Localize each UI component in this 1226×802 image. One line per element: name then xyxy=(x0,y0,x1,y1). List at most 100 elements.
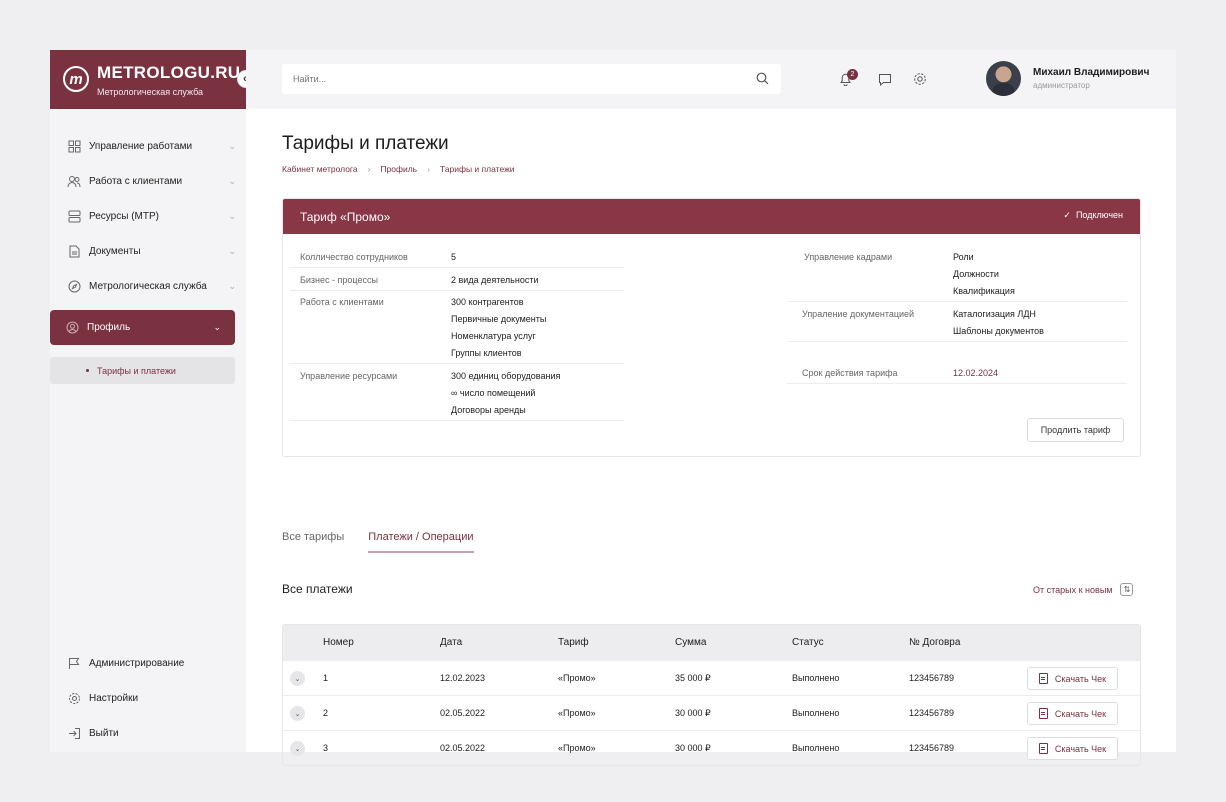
cell-status: Выполнено xyxy=(792,743,840,753)
breadcrumb-link[interactable]: Кабинет метролога xyxy=(282,164,358,174)
sidebar-subitem-tariffs[interactable]: Тарифы и платежи xyxy=(50,357,235,384)
payments-table: Номер Дата Тариф Сумма Статус № Договра … xyxy=(282,624,1141,766)
tariff-expiry-date: 12.02.2024 xyxy=(953,368,999,378)
tariff-status: ✓ Подключен xyxy=(1063,210,1123,221)
tariff-param-value: Первичные документы xyxy=(451,314,547,324)
search-input[interactable] xyxy=(293,74,733,84)
column-header: Статус xyxy=(792,637,824,648)
users-icon xyxy=(67,175,81,189)
sidebar-item-resources[interactable]: Ресурсы (МТР) ⌄ xyxy=(50,199,246,234)
sort-label: От старых к новым xyxy=(1033,584,1113,595)
sidebar: m METROLOGU.RU Метрологическая служба « … xyxy=(50,50,255,752)
user-role: администратор xyxy=(1033,81,1090,90)
divider xyxy=(290,363,624,364)
breadcrumb: Кабинет метролога › Профиль › Тарифы и п… xyxy=(282,164,515,174)
sidebar-subitem-label: Тарифы и платежи xyxy=(97,365,176,376)
tariff-param-value: ∞ число помещений xyxy=(451,388,536,398)
divider xyxy=(290,290,624,291)
sidebar-item-documents[interactable]: Документы ⌄ xyxy=(50,234,246,269)
download-receipt-button[interactable]: Скачать Чек xyxy=(1027,702,1118,725)
tab-payments[interactable]: Платежи / Операции xyxy=(368,531,474,553)
cell-amount: 30 000 ₽ xyxy=(675,707,711,718)
column-header: Номер xyxy=(323,637,354,648)
app-frame: m METROLOGU.RU Метрологическая служба « … xyxy=(50,50,1176,766)
divider xyxy=(290,267,624,268)
sidebar-item-metrology[interactable]: Метрологическая служба ⌄ xyxy=(50,269,246,304)
user-name: Михаил Владимирович xyxy=(1033,67,1150,78)
expand-row-button[interactable]: ⌄ xyxy=(290,741,305,756)
cell-tariff: «Промо» xyxy=(558,708,596,718)
tariff-param-value: 5 xyxy=(451,252,457,262)
sidebar-item-settings[interactable]: Настройки xyxy=(50,681,246,716)
tab-all-tariffs[interactable]: Все тарифы xyxy=(282,531,344,553)
cell-contract: 123456789 xyxy=(909,743,955,753)
avatar[interactable] xyxy=(986,61,1021,96)
cell-date: 02.05.2022 xyxy=(440,708,486,718)
download-receipt-button[interactable]: Скачать Чек xyxy=(1027,667,1118,690)
divider xyxy=(787,301,1127,302)
tariff-param-value: Группы клиентов xyxy=(451,348,522,358)
user-circle-icon xyxy=(65,321,79,335)
gear-icon[interactable] xyxy=(912,71,928,87)
sidebar-item-label: Настройки xyxy=(89,693,139,704)
cell-status: Выполнено xyxy=(792,708,840,718)
brand-name: METROLOGU.RU xyxy=(97,63,241,82)
document-icon xyxy=(1038,743,1048,754)
sidebar-item-admin[interactable]: Администрирование xyxy=(50,646,246,681)
cell-status: Выполнено xyxy=(792,673,840,683)
tariff-param-key: Работа с клиентами xyxy=(300,297,384,307)
brand-block[interactable]: m METROLOGU.RU Метрологическая служба xyxy=(50,50,246,109)
tariff-param-key: Управление кадрами xyxy=(804,252,893,262)
expand-row-button[interactable]: ⌄ xyxy=(290,671,305,686)
document-icon xyxy=(1038,673,1048,684)
sort-toggle[interactable]: От старых к новым ⇅ xyxy=(1033,583,1134,596)
chat-icon[interactable] xyxy=(877,71,893,87)
download-label: Скачать Чек xyxy=(1054,708,1107,719)
cell-date: 12.02.2023 xyxy=(440,673,486,683)
tabs: Все тарифы Платежи / Операции xyxy=(282,531,498,553)
cell-date: 02.05.2022 xyxy=(440,743,486,753)
sidebar-item-label: Работа с клиентами xyxy=(89,176,183,187)
sidebar-item-label: Ресурсы (МТР) xyxy=(89,211,159,222)
compass-icon xyxy=(67,280,81,294)
search-box[interactable] xyxy=(282,64,781,94)
sidebar-item-logout[interactable]: Выйти xyxy=(50,716,246,751)
sidebar-item-label: Профиль xyxy=(87,322,131,333)
breadcrumb-current: Тарифы и платежи xyxy=(439,164,515,174)
cell-tariff: «Промо» xyxy=(558,673,596,683)
cell-number: 3 xyxy=(323,743,329,753)
prolong-tariff-button[interactable]: Продлить тариф xyxy=(1027,418,1124,442)
sidebar-item-label: Управление работами xyxy=(89,141,193,152)
table-row: ⌄ 3 02.05.2022 «Промо» 30 000 ₽ Выполнен… xyxy=(283,730,1140,765)
download-receipt-button[interactable]: Скачать Чек xyxy=(1027,737,1118,760)
tariff-param-value: Каталогизация ЛДН xyxy=(953,309,1036,319)
expand-row-button[interactable]: ⌄ xyxy=(290,706,305,721)
sort-icon[interactable]: ⇅ xyxy=(1120,583,1134,596)
cell-contract: 123456789 xyxy=(909,673,955,683)
search-icon[interactable] xyxy=(756,72,769,90)
sidebar-item-label: Выйти xyxy=(89,728,119,739)
column-header: Дата xyxy=(440,637,463,648)
tariff-param-value: Шаблоны документов xyxy=(953,326,1044,336)
cell-amount: 35 000 ₽ xyxy=(675,672,711,683)
divider xyxy=(290,420,624,421)
tariff-card: Тариф «Промо» ✓ Подключен Колличество со… xyxy=(282,198,1141,457)
payments-title: Все платежи xyxy=(282,582,353,596)
sidebar-item-profile[interactable]: Профиль ⌄ xyxy=(50,310,235,345)
sidebar-item-clients[interactable]: Работа с клиентами ⌄ xyxy=(50,164,246,199)
sidebar-nav: Управление работами ⌄ Работа с клиентами… xyxy=(50,129,246,384)
breadcrumb-link[interactable]: Профиль xyxy=(380,164,417,174)
cell-amount: 30 000 ₽ xyxy=(675,742,711,753)
chevron-down-icon: ⌄ xyxy=(228,141,236,151)
notification-badge: 2 xyxy=(847,69,858,80)
document-icon xyxy=(67,245,81,259)
chevron-right-icon: › xyxy=(427,164,430,174)
table-row: ⌄ 1 12.02.2023 «Промо» 35 000 ₽ Выполнен… xyxy=(283,660,1140,695)
sidebar-item-work[interactable]: Управление работами ⌄ xyxy=(50,129,246,164)
tariff-param-key: Колличество сотрудников xyxy=(300,252,408,262)
column-header: Сумма xyxy=(675,637,707,648)
chevron-down-icon: ⌄ xyxy=(213,322,221,332)
sidebar-bottom-nav: Администрирование Настройки Выйти xyxy=(50,646,246,751)
tariff-param-value: 2 вида деятельности xyxy=(451,275,539,285)
column-header: Тариф xyxy=(558,637,589,648)
